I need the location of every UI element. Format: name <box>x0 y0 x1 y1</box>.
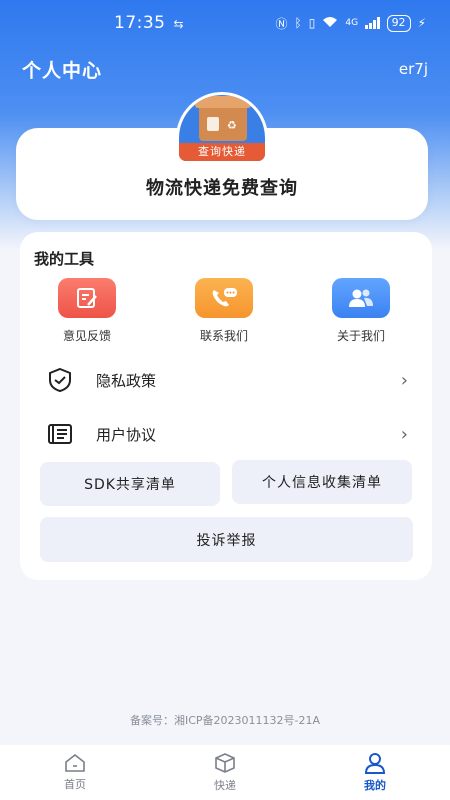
section-title: 我的工具 <box>34 250 95 268</box>
tool-about-us[interactable]: 关于我们 <box>316 278 406 344</box>
vibrate-icon: ▯ <box>308 16 316 30</box>
tool-label: 联系我们 <box>199 329 248 343</box>
phone-chat-icon <box>195 278 253 318</box>
tab-home[interactable]: 首页 <box>0 745 150 800</box>
tab-mine[interactable]: 我的 <box>300 745 450 800</box>
network-label: 4G <box>345 18 359 28</box>
tool-feedback[interactable]: 意见反馈 <box>42 278 132 344</box>
signal-icon <box>365 17 380 29</box>
status-bar: 17:35 ⇆ Ⓝ ᛒ ▯ 4G 92 ⚡ <box>0 0 450 46</box>
page-title: 个人中心 <box>22 59 103 82</box>
page-header: 个人中心 er7j <box>0 52 450 86</box>
battery-level: 92 <box>391 15 406 29</box>
username: er7j <box>398 60 428 78</box>
nfc-icon: Ⓝ <box>275 16 288 31</box>
status-icons: Ⓝ ᛒ ▯ 4G 92 ⚡ <box>275 14 426 32</box>
logo-banner: 查询快递 <box>179 143 265 161</box>
user-icon <box>364 753 386 774</box>
edit-note-icon <box>58 278 116 318</box>
battery-icon: 92 <box>386 14 411 32</box>
tab-label: 快递 <box>214 779 236 792</box>
document-icon <box>46 420 74 448</box>
shield-icon <box>46 366 74 394</box>
menu-label: 用户协议 <box>96 425 157 444</box>
complaint-button[interactable]: 投诉举报 <box>40 517 413 562</box>
menu-item-privacy[interactable]: 隐私政策 › <box>20 360 432 400</box>
bottom-tabbar: 首页 快递 我的 <box>0 745 450 800</box>
link-icon: ⇆ <box>173 17 185 31</box>
users-icon <box>332 278 390 318</box>
package-box-icon <box>195 96 251 141</box>
tab-label: 我的 <box>364 779 386 792</box>
status-time: 17:35 <box>114 13 166 33</box>
bluetooth-icon: ᛒ <box>294 16 302 30</box>
tab-label: 首页 <box>64 778 86 791</box>
tool-label: 意见反馈 <box>62 329 111 343</box>
icp-record: 备案号：湘ICP备2023011132号-21A <box>129 714 321 727</box>
menu-label: 隐私政策 <box>96 371 157 390</box>
recycle-icon: ♻ <box>227 119 237 132</box>
wifi-icon <box>322 16 338 31</box>
tool-contact-us[interactable]: 联系我们 <box>179 278 269 344</box>
chevron-right-icon: › <box>400 369 408 391</box>
menu-item-user-agreement[interactable]: 用户协议 › <box>20 414 432 454</box>
personal-info-list-button[interactable]: 个人信息收集清单 <box>232 460 412 504</box>
sdk-list-button[interactable]: SDK共享清单 <box>40 462 220 506</box>
tab-express[interactable]: 快递 <box>150 745 300 800</box>
chevron-right-icon: › <box>400 423 408 445</box>
tool-label: 关于我们 <box>336 329 385 343</box>
app-slogan: 物流快递免费查询 <box>146 178 298 199</box>
charging-icon: ⚡ <box>417 16 426 30</box>
home-icon <box>65 753 85 772</box>
package-icon <box>215 753 235 773</box>
